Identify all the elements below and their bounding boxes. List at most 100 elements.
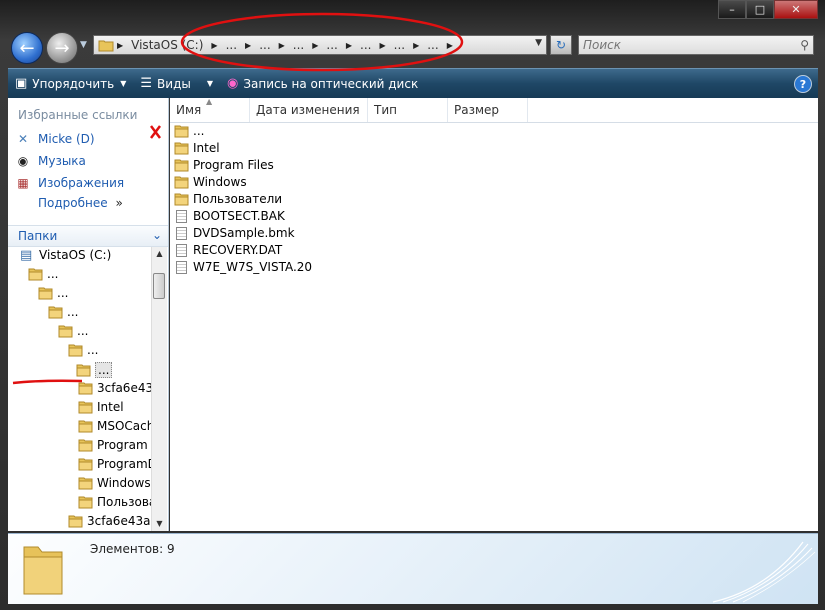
folders-header[interactable]: Папки ⌄ <box>8 225 168 247</box>
tree-item-label: Intel <box>97 400 124 414</box>
file-list-pane: ▲ Имя Дата изменения Тип Размер ... Intel… <box>170 97 818 531</box>
tree-item-label: ... <box>95 362 113 378</box>
views-icon: ☰ <box>140 76 153 91</box>
search-icon[interactable]: ⚲ <box>800 38 809 52</box>
column-label: Дата изменения <box>256 103 360 117</box>
scroll-up-icon[interactable]: ▲ <box>152 247 167 261</box>
explorer-window: – □ ✕ ← → ▼ ▶ VistaOS (C:) ▶... ▶... ▶... ▶… <box>0 0 825 610</box>
folder-icon <box>78 458 93 471</box>
breadcrumb-arrow-icon[interactable]: ▶ <box>343 41 355 50</box>
file-icon <box>176 209 187 223</box>
tree-item-label: ... <box>67 305 79 319</box>
item-count: Элементов: 9 <box>90 542 175 556</box>
breadcrumb-arrow-icon[interactable]: ▶ <box>376 41 388 50</box>
breadcrumb-arrow-icon[interactable]: ▶ <box>444 41 456 50</box>
tree-item[interactable]: ... <box>58 324 88 338</box>
tree-item[interactable]: ... <box>28 267 58 281</box>
navigation-bar: ← → ▼ ▶ VistaOS (C:) ▶... ▶... ▶... ▶... ▶..… <box>8 30 820 64</box>
tree-item[interactable]: Program <box>78 438 148 452</box>
network-drive-icon: ✕ <box>17 132 29 146</box>
address-bar[interactable]: ▶ VistaOS (C:) ▶... ▶... ▶... ▶... ▶... ▶... ▶… <box>93 35 547 55</box>
tree-item[interactable]: 3cfa6e43ad <box>68 514 151 528</box>
favorite-link-pictures[interactable]: ▦ Изображения <box>15 175 124 191</box>
breadcrumb-segment[interactable]: ... <box>422 38 443 52</box>
tree-item-label: ... <box>87 343 99 357</box>
breadcrumb-arrow-icon[interactable]: ▶ <box>208 41 220 50</box>
breadcrumb-segment[interactable]: ... <box>321 38 342 52</box>
refresh-icon: ↻ <box>555 38 567 52</box>
breadcrumb-arrow-icon[interactable]: ▶ <box>276 41 288 50</box>
burn-disc-button[interactable]: ◉ Запись на оптический диск <box>220 69 425 98</box>
column-header-size[interactable]: Размер <box>448 98 528 122</box>
back-button[interactable]: ← <box>11 32 43 64</box>
tree-item[interactable]: Intel <box>78 400 124 414</box>
folder-icon <box>68 344 83 357</box>
organize-label: Упорядочить <box>32 76 115 91</box>
refresh-button[interactable]: ↻ <box>550 35 572 55</box>
forward-arrow-icon: → <box>54 37 70 59</box>
tree-item-label: MSOCach <box>97 419 151 433</box>
breadcrumb-segment[interactable]: ... <box>221 38 242 52</box>
column-headers: ▲ Имя Дата изменения Тип Размер <box>170 97 818 123</box>
breadcrumb-segment[interactable]: ... <box>288 38 309 52</box>
tree-item[interactable]: ▤ VistaOS (C:) <box>20 248 111 263</box>
breadcrumb-arrow-icon[interactable]: ▶ <box>410 41 422 50</box>
close-button[interactable]: ✕ <box>774 0 818 19</box>
folder-tree: ▤ VistaOS (C:).................. 3cfa6e43a… <box>8 247 151 531</box>
breadcrumb-arrow-icon[interactable]: ▶ <box>309 41 321 50</box>
list-item[interactable]: Windows <box>174 175 247 189</box>
favorites-title: Избранные ссылки <box>18 108 138 122</box>
list-item[interactable]: Пользователи <box>174 192 282 206</box>
chevron-down-icon: ▼ <box>120 79 127 88</box>
favorite-link-music[interactable]: ◉ Музыка <box>15 153 86 169</box>
address-dropdown-icon[interactable]: ▼ <box>535 38 542 48</box>
breadcrumb-segment[interactable]: ... <box>254 38 275 52</box>
tree-item[interactable]: Пользова <box>78 495 151 509</box>
tree-item-label: Windows <box>97 476 151 490</box>
history-dropdown-icon[interactable]: ▼ <box>80 40 87 50</box>
tree-item[interactable]: ... <box>76 362 113 378</box>
search-input[interactable] <box>579 36 787 54</box>
organize-button[interactable]: ▣ Упорядочить ▼ <box>8 69 133 98</box>
maximize-button[interactable]: □ <box>746 0 774 19</box>
folder-icon <box>78 477 93 490</box>
column-header-name[interactable]: ▲ Имя <box>170 97 250 122</box>
breadcrumb-arrow-icon[interactable]: ▶ <box>114 41 126 50</box>
tree-scrollbar[interactable]: ▲ ▼ <box>151 247 167 531</box>
list-item[interactable]: Intel <box>174 141 220 155</box>
folder-icon <box>78 420 93 433</box>
navigation-pane: Избранные ссылки ✕ Micke (D) ◉ Музыка ▦ … <box>8 98 169 531</box>
breadcrumb-segment[interactable]: ... <box>355 38 376 52</box>
tree-item-label: 3cfa6e43ad <box>87 514 151 528</box>
breadcrumb: ▶... ▶... ▶... ▶... ▶... ▶... ▶... ▶ <box>208 38 455 52</box>
list-item[interactable]: BOOTSECT.BAK <box>174 209 285 223</box>
breadcrumb-segment[interactable]: ... <box>389 38 410 52</box>
breadcrumb-root[interactable]: VistaOS (C:) <box>126 38 208 52</box>
list-item[interactable]: Program Files <box>174 158 274 172</box>
scroll-thumb[interactable] <box>153 273 165 299</box>
column-header-date[interactable]: Дата изменения <box>250 98 368 122</box>
list-item[interactable]: ... <box>174 124 204 138</box>
file-name: BOOTSECT.BAK <box>193 209 285 223</box>
favorite-link-micke[interactable]: ✕ Micke (D) <box>15 131 95 147</box>
more-links[interactable]: Подробнее » <box>38 196 123 210</box>
tree-item[interactable]: MSOCach <box>78 419 151 433</box>
folder-icon <box>78 439 93 452</box>
tree-item[interactable]: ... <box>68 343 98 357</box>
scroll-down-icon[interactable]: ▼ <box>152 517 167 531</box>
list-item[interactable]: W7E_W7S_VISTA.20 <box>174 260 312 274</box>
tree-item[interactable]: ... <box>38 286 68 300</box>
list-item[interactable]: DVDSample.bmk <box>174 226 295 240</box>
list-item[interactable]: RECOVERY.DAT <box>174 243 282 257</box>
tree-item[interactable]: ProgramD <box>78 457 151 471</box>
burn-disc-label: Запись на оптический диск <box>243 76 419 91</box>
folder-icon <box>58 325 73 338</box>
forward-button[interactable]: → <box>46 32 78 64</box>
breadcrumb-arrow-icon[interactable]: ▶ <box>242 41 254 50</box>
minimize-button[interactable]: – <box>718 0 746 19</box>
tree-item[interactable]: Windows <box>78 476 151 490</box>
tree-item[interactable]: ... <box>48 305 78 319</box>
help-button[interactable]: ? <box>794 75 812 93</box>
column-header-type[interactable]: Тип <box>368 98 448 122</box>
tree-item[interactable]: 3cfa6e43a <box>78 381 151 395</box>
